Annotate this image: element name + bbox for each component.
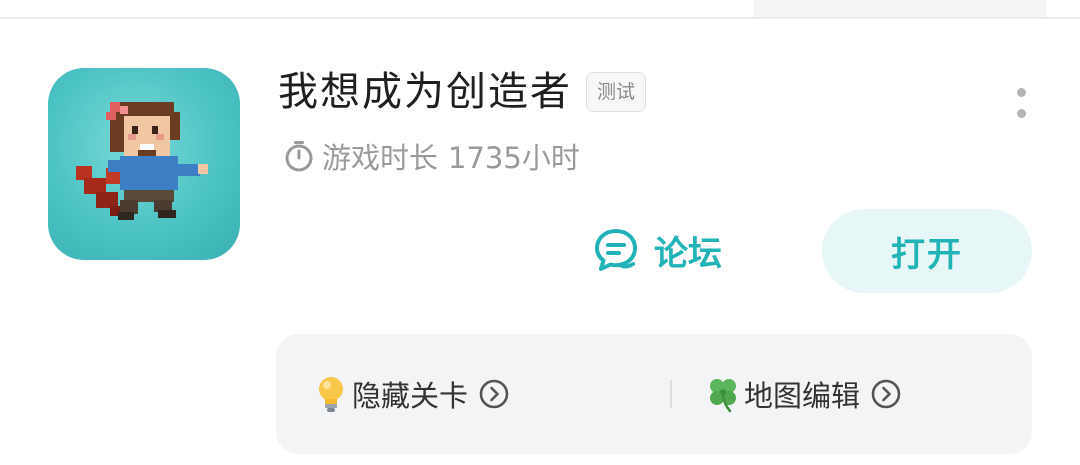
forum-button[interactable]: 论坛 — [592, 222, 722, 278]
more-dot-icon — [1017, 109, 1026, 118]
playtime-label: 游戏时长 — [322, 141, 439, 175]
top-tab-edge — [754, 0, 1046, 17]
pixel-hero-icon — [76, 102, 208, 220]
playtime-row: 游戏时长 1735小时 — [282, 135, 580, 177]
test-badge: 测试 — [586, 72, 647, 112]
lightbulb-icon — [319, 377, 343, 412]
hidden-levels-label: 隐藏关卡 — [352, 379, 469, 413]
timer-icon — [285, 141, 313, 172]
chevron-right-circle-icon — [479, 379, 509, 409]
map-editor-label: 地图编辑 — [744, 379, 861, 413]
top-divider — [0, 17, 1080, 19]
four-leaf-clover-icon — [710, 379, 736, 413]
chevron-right-circle-icon — [871, 379, 901, 409]
more-dot-icon — [1017, 88, 1026, 97]
playtime-value: 1735小时 — [448, 141, 580, 175]
game-card-page: 我想成为创造者 测试 游戏时长 1735小时 论坛 打开 隐藏关卡 地图编辑 — [0, 0, 1080, 465]
chat-bubble-icon — [595, 229, 637, 271]
game-title[interactable]: 我想成为创造者 — [278, 66, 572, 118]
map-editor-link[interactable]: 地图编辑 — [706, 334, 902, 454]
forum-label: 论坛 — [654, 233, 722, 274]
app-icon[interactable] — [48, 68, 240, 260]
open-button[interactable]: 打开 — [822, 209, 1032, 293]
feature-card: 隐藏关卡 地图编辑 — [276, 334, 1032, 454]
title-row: 我想成为创造者 测试 — [278, 66, 647, 118]
feature-divider — [670, 380, 672, 408]
hidden-levels-link[interactable]: 隐藏关卡 — [314, 334, 510, 454]
more-options-button[interactable] — [1006, 84, 1036, 128]
